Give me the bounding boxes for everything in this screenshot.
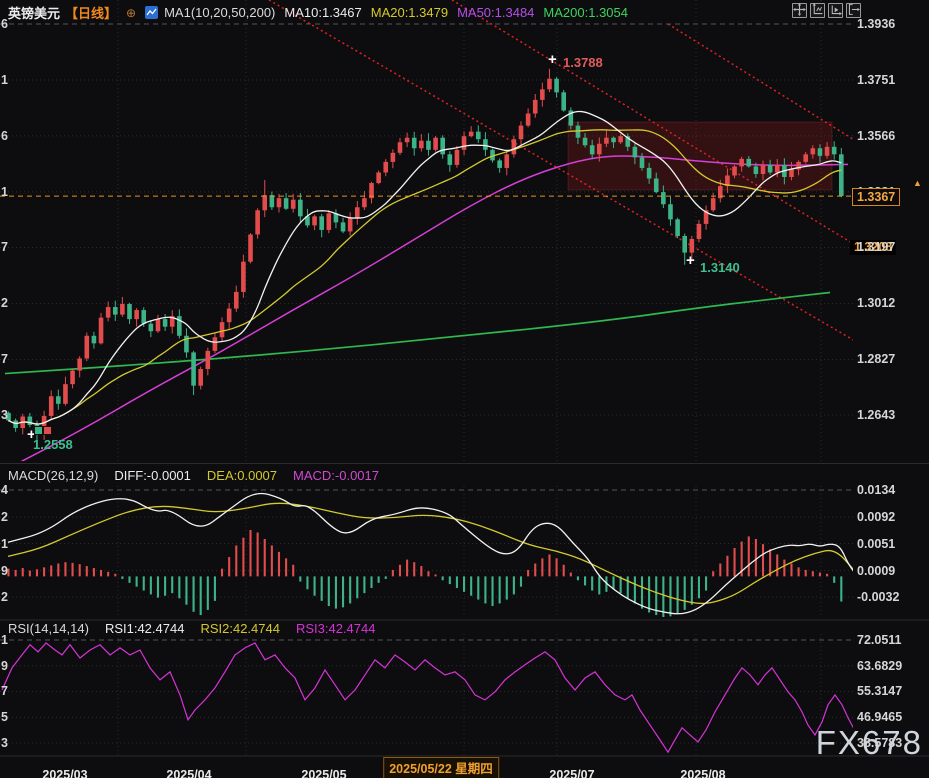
- pan-icon: [793, 3, 806, 19]
- anchor-cross-high[interactable]: +: [548, 55, 557, 65]
- watermark: FX678: [816, 724, 923, 762]
- link-icon[interactable]: ⊕: [126, 6, 136, 20]
- anchor-cross-mid-low[interactable]: +: [686, 256, 695, 266]
- drawing-handle-red[interactable]: [43, 426, 52, 435]
- rsi-header: RSI(14,14,14) RSI1:42.4744 RSI2:42.4744 …: [8, 621, 375, 636]
- macd-header: MACD(26,12,9) DIFF:-0.0001 DEA:0.0007 MA…: [8, 468, 379, 483]
- symbol-name: 英镑美元: [8, 3, 60, 22]
- chart-canvas[interactable]: [0, 0, 929, 778]
- annotation-pullback-low: 1.3140: [700, 260, 740, 275]
- toolbar-button-exit[interactable]: [846, 3, 861, 18]
- ma20-legend: MA20:1.3479: [371, 5, 448, 20]
- rsi2-value: RSI2:42.4744: [200, 621, 280, 636]
- crosshair-date-label: 2025/05/22 星期四: [383, 757, 499, 778]
- macd-title: MACD(26,12,9): [8, 468, 98, 483]
- price-marker-triangle-icon: ▲: [913, 178, 922, 188]
- chart-header: 英镑美元 【日线】 ⊕ MA1(10,20,50,200) MA10:1.346…: [8, 3, 628, 22]
- ma-group-label: MA1(10,20,50,200): [164, 5, 275, 20]
- x-axis-scale-icon: [829, 3, 842, 19]
- chart-toolbar: [792, 3, 861, 18]
- toolbar-button-y-scale[interactable]: [810, 3, 825, 18]
- current-price-tag: 1.3367: [852, 188, 900, 206]
- exit-chart-icon: [847, 3, 860, 19]
- dea-line: [8, 503, 855, 603]
- rsi-plot[interactable]: [0, 634, 855, 756]
- ma10-legend: MA10:1.3467: [284, 5, 361, 20]
- y-axis-scale-icon: [811, 3, 824, 19]
- toolbar-button-x-scale[interactable]: [828, 3, 843, 18]
- chart-window: FX678 英镑美元 【日线】 ⊕ MA1(10,20,50,200) MA10…: [0, 0, 929, 778]
- ma200-legend: MA200:1.3054: [543, 5, 628, 20]
- alert-price-tag[interactable]: 1.3208: [850, 240, 896, 255]
- macd-plot[interactable]: [0, 486, 855, 618]
- ma50-legend: MA50:1.3484: [457, 5, 534, 20]
- line-chart-icon[interactable]: [145, 6, 158, 19]
- annotation-swing-high: 1.3788: [563, 55, 603, 70]
- macd-dea-value: DEA:0.0007: [207, 468, 277, 483]
- dif-line: [8, 494, 855, 614]
- annotation-start-low: 1.2558: [33, 437, 73, 452]
- main-plot[interactable]: [0, 0, 864, 467]
- macd-value: MACD:-0.0017: [293, 468, 379, 483]
- drawing-handle-green[interactable]: [34, 426, 43, 435]
- rsi-line: [2, 643, 855, 752]
- macd-diff-value: DIFF:-0.0001: [114, 468, 191, 483]
- timeframe-label[interactable]: 【日线】: [65, 3, 117, 22]
- rsi3-value: RSI3:42.4744: [296, 621, 376, 636]
- toolbar-button-pan[interactable]: [792, 3, 807, 18]
- rsi-title: RSI(14,14,14): [8, 621, 89, 636]
- rsi1-value: RSI1:42.4744: [105, 621, 185, 636]
